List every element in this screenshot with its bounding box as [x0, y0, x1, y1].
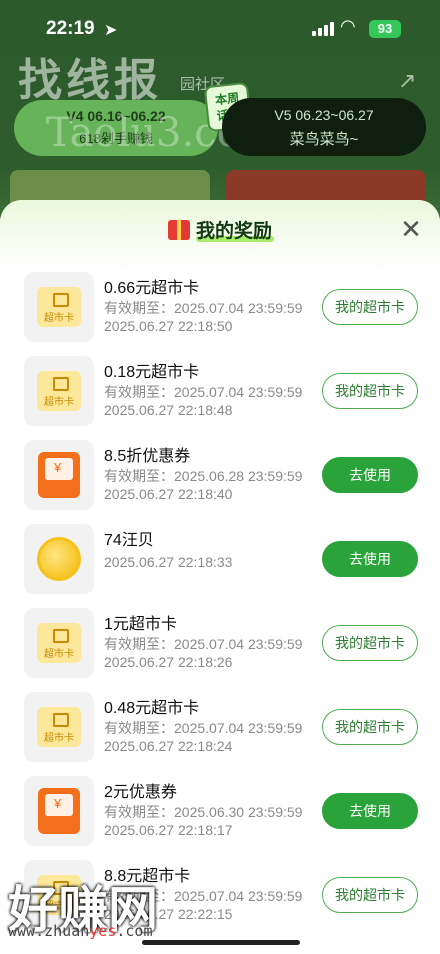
reward-name: 0.66元超市卡 — [104, 280, 200, 297]
reward-row: 超市卡 0.18元超市卡 有效期至：2025.07.04 23:59:59 20… — [0, 346, 440, 430]
url-suffix: .com — [116, 922, 153, 940]
use-button[interactable]: 去使用 — [322, 457, 418, 493]
reward-name: 8.5折优惠券 — [104, 448, 191, 465]
reward-thumb: 超市卡 — [24, 692, 94, 762]
watermark-text: 找线报 — [18, 55, 162, 106]
reward-expiry: 有效期至：2025.07.04 23:59:59 — [104, 720, 303, 736]
reward-name: 74汪贝 — [104, 532, 154, 549]
reward-time: 2025.06.27 22:18:17 — [104, 822, 233, 838]
reward-name: 0.18元超市卡 — [104, 364, 200, 381]
reward-expiry: 有效期至：2025.07.04 23:59:59 — [104, 384, 303, 400]
coin-icon — [37, 537, 81, 581]
reward-thumb — [24, 524, 94, 594]
site-url-watermark: www.zhuanyes.com — [8, 922, 153, 940]
reward-thumb: 超市卡 — [24, 608, 94, 678]
supermarket-card-icon: 超市卡 — [37, 623, 81, 663]
gift-icon — [167, 220, 190, 240]
reward-row: 2元优惠券 有效期至：2025.06.30 23:59:59 2025.06.2… — [0, 766, 440, 850]
reward-thumb: 超市卡 — [24, 356, 94, 426]
sheet-title-text: 我的奖励 — [195, 221, 272, 242]
signal-icon — [312, 22, 334, 36]
close-icon[interactable]: ✕ — [396, 214, 426, 244]
reward-name: 2元优惠券 — [104, 784, 177, 801]
sheet-title: 我的奖励 — [0, 216, 440, 243]
wifi-icon: ◠ — [340, 16, 356, 36]
use-button[interactable]: 去使用 — [322, 793, 418, 829]
reward-name: 1元超市卡 — [104, 616, 177, 633]
reward-thumb — [24, 440, 94, 510]
reward-expiry: 有效期至：2025.07.04 23:59:59 — [104, 300, 303, 316]
my-card-button[interactable]: 我的超市卡 — [322, 289, 418, 325]
reward-thumb — [24, 776, 94, 846]
url-prefix: www.zhuan — [8, 922, 90, 940]
reward-list: 超市卡 0.66元超市卡 有效期至：2025.07.04 23:59:59 20… — [0, 262, 440, 934]
supermarket-card-icon: 超市卡 — [37, 287, 81, 327]
reward-time: 2025.06.27 22:18:33 — [104, 554, 233, 570]
v5-title: V5 06.23~06.27 — [274, 107, 374, 123]
status-time: 22:19 — [46, 18, 95, 39]
reward-expiry: 有效期至：2025.06.28 23:59:59 — [104, 468, 303, 484]
reward-expiry: 有效期至：2025.06.30 23:59:59 — [104, 804, 303, 820]
reward-expiry: 有效期至：2025.07.04 23:59:59 — [104, 636, 303, 652]
reward-row: 超市卡 0.66元超市卡 有效期至：2025.07.04 23:59:59 20… — [0, 262, 440, 346]
coupon-icon — [38, 788, 80, 834]
reward-time: 2025.06.27 22:18:24 — [104, 738, 233, 754]
reward-row: 74汪贝 2025.06.27 22:18:33 去使用 — [0, 514, 440, 598]
reward-row: 超市卡 1元超市卡 有效期至：2025.07.04 23:59:59 2025.… — [0, 598, 440, 682]
my-card-button[interactable]: 我的超市卡 — [322, 877, 418, 913]
rewards-sheet: 我的奖励 ✕ 超市卡 0.66元超市卡 有效期至：2025.07.04 23:5… — [0, 200, 440, 954]
supermarket-card-icon: 超市卡 — [37, 707, 81, 747]
reward-time: 2025.06.27 22:18:50 — [104, 318, 233, 334]
use-button[interactable]: 去使用 — [322, 541, 418, 577]
reward-name: 0.48元超市卡 — [104, 700, 200, 717]
location-arrow-icon: ➤ — [104, 22, 118, 39]
reward-time: 2025.06.27 22:18:26 — [104, 654, 233, 670]
v5-subtitle: 菜鸟菜鸟~ — [289, 131, 359, 148]
reward-time: 2025.06.27 22:18:40 — [104, 486, 233, 502]
supermarket-card-icon: 超市卡 — [37, 371, 81, 411]
home-indicator[interactable] — [142, 940, 300, 945]
reward-row: 超市卡 0.48元超市卡 有效期至：2025.07.04 23:59:59 20… — [0, 682, 440, 766]
battery-icon: 93 — [369, 20, 401, 38]
coupon-icon — [38, 452, 80, 498]
reward-thumb: 超市卡 — [24, 272, 94, 342]
my-card-button[interactable]: 我的超市卡 — [322, 709, 418, 745]
url-mid: yes — [89, 922, 117, 940]
my-card-button[interactable]: 我的超市卡 — [322, 625, 418, 661]
my-card-button[interactable]: 我的超市卡 — [322, 373, 418, 409]
v5-topic-button[interactable]: V5 06.23~06.27 菜鸟菜鸟~ — [222, 98, 426, 156]
reward-time: 2025.06.27 22:18:48 — [104, 402, 233, 418]
reward-row: 8.5折优惠券 有效期至：2025.06.28 23:59:59 2025.06… — [0, 430, 440, 514]
share-icon[interactable]: ↗ — [398, 68, 416, 94]
